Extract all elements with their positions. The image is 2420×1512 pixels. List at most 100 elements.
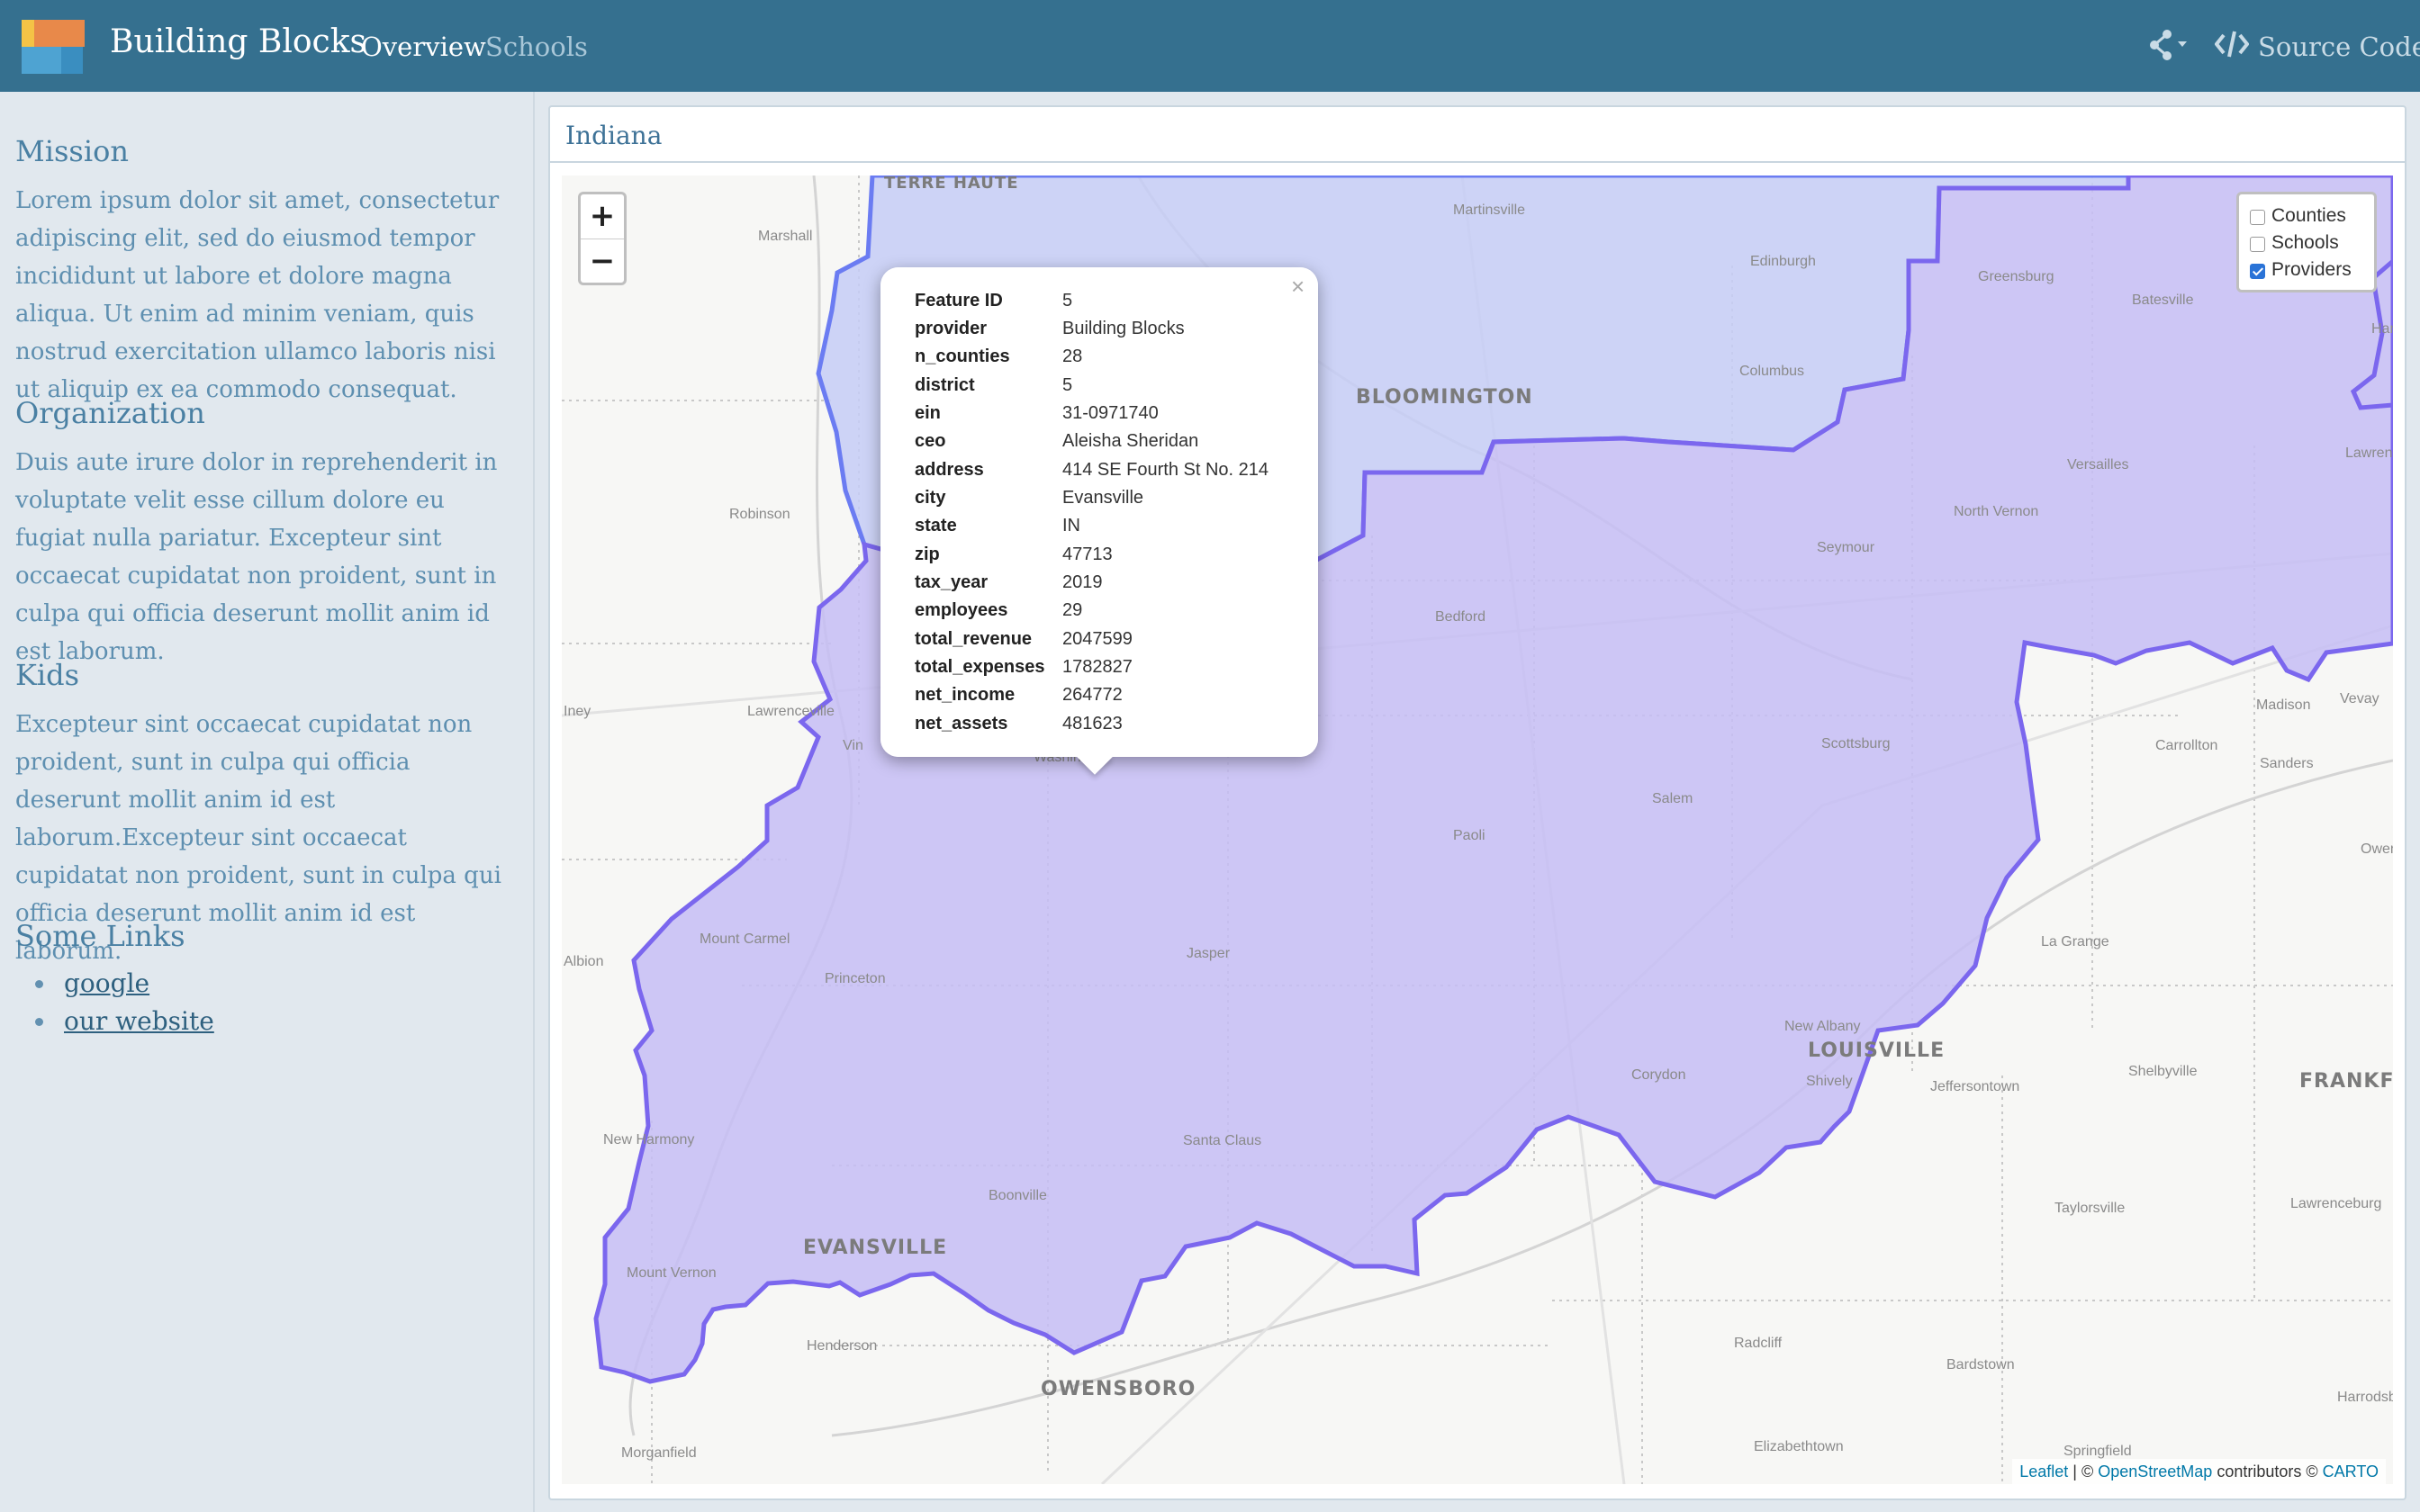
city-label: TERRE HAUTE bbox=[884, 176, 1019, 193]
place-label: Robinson bbox=[729, 507, 790, 522]
place-label: Corydon bbox=[1631, 1067, 1685, 1083]
place-label: Salem bbox=[1652, 791, 1693, 806]
city-label: BLOOMINGTON bbox=[1356, 386, 1533, 409]
mission-heading: Mission bbox=[15, 134, 129, 168]
popup-value: 31-0971740 bbox=[1062, 403, 1159, 423]
organization-heading: Organization bbox=[15, 396, 205, 430]
place-label: Albion bbox=[564, 954, 603, 969]
place-label: Paoli bbox=[1453, 828, 1485, 843]
city-label: EVANSVILLE bbox=[803, 1237, 947, 1259]
popup-key: total_revenue bbox=[915, 629, 1033, 649]
place-label: Edinburgh bbox=[1750, 254, 1816, 269]
zoom-out-button[interactable]: − bbox=[581, 239, 624, 284]
popup-value: 29 bbox=[1062, 600, 1083, 620]
place-label: Jasper bbox=[1187, 946, 1231, 961]
place-label: Vevay bbox=[2340, 691, 2379, 706]
sidebar: Mission Lorem ipsum dolor sit amet, cons… bbox=[0, 92, 535, 1512]
popup-value: 414 SE Fourth St No. 214 bbox=[1062, 460, 1269, 480]
place-label: La Grange bbox=[2041, 934, 2109, 950]
city-label: LOUISVILLE bbox=[1808, 1040, 1945, 1062]
place-label: Harr bbox=[2371, 321, 2393, 337]
popup-value: IN bbox=[1062, 516, 1080, 536]
layer-label: Counties bbox=[2271, 205, 2346, 226]
zoom-in-button[interactable]: + bbox=[581, 194, 624, 239]
place-label: Morganfield bbox=[621, 1445, 697, 1461]
layers-control: Counties Schools Providers bbox=[2236, 192, 2377, 292]
popup-value: 28 bbox=[1062, 346, 1083, 366]
place-label: Seymour bbox=[1817, 540, 1875, 555]
popup-key: tax_year bbox=[915, 572, 989, 592]
place-label: Springfield bbox=[2063, 1444, 2132, 1459]
map[interactable]: TERRE HAUTE BLOOMINGTON LOUISVILLE EVANS… bbox=[562, 176, 2393, 1484]
place-label: Mount Vernon bbox=[627, 1265, 717, 1281]
place-label: Iney bbox=[564, 704, 591, 719]
layer-label: Schools bbox=[2271, 232, 2339, 253]
nav-overview[interactable]: Overview bbox=[361, 27, 486, 67]
city-label: FRANKFO bbox=[2299, 1070, 2393, 1093]
place-label: Boonville bbox=[989, 1188, 1047, 1203]
carto-link[interactable]: CARTO bbox=[2323, 1462, 2379, 1480]
attribution-text: contributors © bbox=[2212, 1462, 2323, 1480]
place-label: Carrollton bbox=[2155, 738, 2217, 753]
brand-title[interactable]: Building Blocks bbox=[110, 20, 366, 65]
panel-title: Indiana bbox=[565, 121, 663, 150]
place-label: Princeton bbox=[825, 971, 886, 986]
leaflet-link[interactable]: Leaflet bbox=[2019, 1462, 2068, 1480]
share-icon[interactable] bbox=[2147, 27, 2194, 63]
place-label: Batesville bbox=[2132, 292, 2194, 308]
google-link[interactable]: google bbox=[64, 968, 149, 998]
popup-key: address bbox=[915, 460, 984, 480]
source-code-label: Source Code bbox=[2258, 32, 2420, 62]
popup-value: 264772 bbox=[1062, 685, 1123, 705]
list-item: our website bbox=[15, 1003, 214, 1040]
place-label: Shelbyville bbox=[2128, 1064, 2198, 1079]
place-label: Lawrenceburg bbox=[2290, 1196, 2381, 1211]
popup-value: Aleisha Sheridan bbox=[1062, 431, 1199, 451]
zoom-control: + − bbox=[578, 192, 627, 285]
osm-link[interactable]: OpenStreetMap bbox=[2098, 1462, 2212, 1480]
place-label: Harrodsb bbox=[2337, 1390, 2393, 1405]
place-label: Jeffersontown bbox=[1930, 1079, 2019, 1094]
list-item: google bbox=[15, 965, 214, 1003]
popup-content: × Feature ID 5 provider Building Blocks n_… bbox=[880, 267, 1318, 757]
popup-value: 47713 bbox=[1062, 544, 1113, 564]
popup-key: city bbox=[915, 488, 946, 508]
place-label: Shively bbox=[1806, 1074, 1853, 1089]
popup-value: Building Blocks bbox=[1062, 319, 1185, 338]
popup-key: n_counties bbox=[915, 346, 1010, 366]
place-label: Lawrenceville bbox=[747, 704, 835, 719]
popup-key: state bbox=[915, 516, 957, 536]
city-label: OWENSBORO bbox=[1041, 1378, 1196, 1400]
popup-key: net_income bbox=[915, 685, 1016, 705]
popup-key: district bbox=[915, 375, 975, 395]
place-label: Henderson bbox=[807, 1338, 877, 1354]
map-attribution: Leaflet | © OpenStreetMap contributors ©… bbox=[2012, 1459, 2386, 1484]
place-label: Taylorsville bbox=[2054, 1201, 2125, 1216]
popup-key: zip bbox=[915, 544, 940, 564]
navbar: Building Blocks Overview Schools Source … bbox=[0, 0, 2420, 92]
place-label: New Albany bbox=[1784, 1019, 1861, 1034]
schools-checkbox[interactable] bbox=[2250, 237, 2265, 252]
place-label: Radcliff bbox=[1734, 1336, 1783, 1351]
place-label: Santa Claus bbox=[1183, 1133, 1261, 1148]
popup-value: 5 bbox=[1062, 375, 1073, 395]
place-label: New Harmony bbox=[603, 1132, 694, 1148]
links-list: google our website bbox=[15, 965, 214, 1040]
place-label: Mount Carmel bbox=[700, 932, 790, 947]
popup-key: total_expenses bbox=[915, 657, 1045, 677]
place-label: Bedford bbox=[1435, 609, 1485, 625]
close-icon[interactable]: × bbox=[1291, 273, 1305, 300]
popup-value: 5 bbox=[1062, 291, 1073, 310]
mission-text: Lorem ipsum dolor sit amet, consectetur … bbox=[15, 187, 500, 403]
place-label: Greensburg bbox=[1978, 269, 2054, 284]
counties-checkbox[interactable] bbox=[2250, 210, 2265, 225]
our-website-link[interactable]: our website bbox=[64, 1006, 214, 1036]
nav-schools[interactable]: Schools bbox=[485, 27, 588, 67]
attribution-text: | © bbox=[2068, 1462, 2099, 1480]
panel-divider bbox=[550, 161, 2405, 163]
popup-value: Evansville bbox=[1062, 488, 1144, 508]
providers-checkbox[interactable] bbox=[2250, 264, 2265, 279]
popup-value: 2047599 bbox=[1062, 629, 1133, 649]
place-label: Scottsburg bbox=[1821, 736, 1890, 752]
logo-icon[interactable] bbox=[22, 16, 86, 79]
